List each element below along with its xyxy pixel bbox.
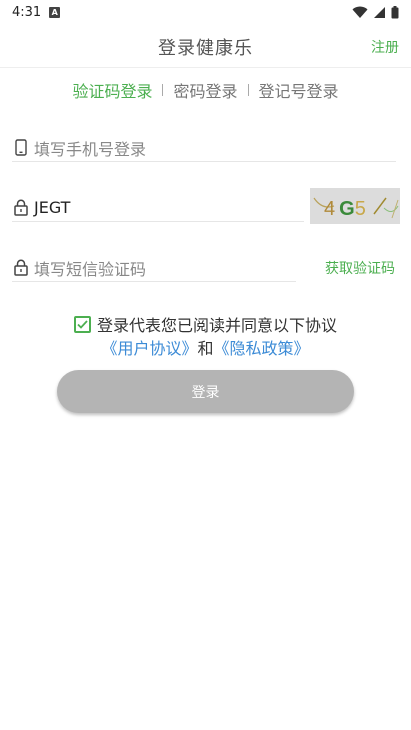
user-agreement-link[interactable]: 《用户协议》 — [101, 335, 197, 359]
signal-icon — [374, 6, 385, 18]
and-text: 和 — [197, 339, 214, 358]
tab-sms-code-login[interactable]: 验证码登录 — [72, 78, 152, 102]
agreement-links: 《用户协议》 和 《隐私政策》 — [0, 335, 411, 359]
captcha-text: 4 G5 — [324, 198, 366, 220]
page-title: 登录健康乐 — [158, 38, 253, 59]
tab-password-login[interactable]: 密码登录 — [173, 78, 237, 102]
login-tabs: 验证码登录 密码登录 登记号登录 — [0, 78, 411, 102]
tab-divider — [162, 84, 164, 96]
header: 登录健康乐 注册 — [0, 24, 411, 68]
sms-code-field[interactable]: 填写短信验证码 — [12, 254, 296, 282]
battery-icon — [391, 5, 399, 18]
register-button[interactable]: 注册 — [371, 37, 399, 57]
tab-registration-login[interactable]: 登记号登录 — [259, 78, 339, 102]
login-button[interactable]: 登录 — [57, 370, 354, 413]
phone-input-placeholder: 填写手机号登录 — [34, 139, 147, 159]
phone-icon — [12, 139, 30, 157]
agreement-text: 登录代表您已阅读并同意以下协议 — [96, 316, 337, 335]
agreement-row: 登录代表您已阅读并同意以下协议 — [0, 312, 411, 336]
get-code-button[interactable]: 获取验证码 — [325, 258, 395, 278]
status-bar: 4:31 A — [0, 0, 411, 24]
status-time: 4:31 — [12, 4, 42, 20]
sms-code-placeholder: 填写短信验证码 — [34, 259, 147, 279]
lock-icon — [12, 199, 30, 217]
captcha-field[interactable]: JEGT — [12, 194, 304, 222]
tab-divider — [247, 84, 249, 96]
captcha-image[interactable]: 4 G5 — [310, 188, 400, 224]
agreement-checkbox[interactable] — [73, 315, 91, 333]
privacy-policy-link[interactable]: 《隐私政策》 — [214, 335, 310, 359]
wifi-icon — [352, 6, 368, 18]
captcha-input: JEGT — [34, 198, 71, 217]
lock-icon — [12, 259, 30, 277]
notification-icon: A — [49, 6, 61, 18]
check-icon — [77, 319, 88, 329]
phone-field[interactable]: 填写手机号登录 — [12, 134, 396, 162]
